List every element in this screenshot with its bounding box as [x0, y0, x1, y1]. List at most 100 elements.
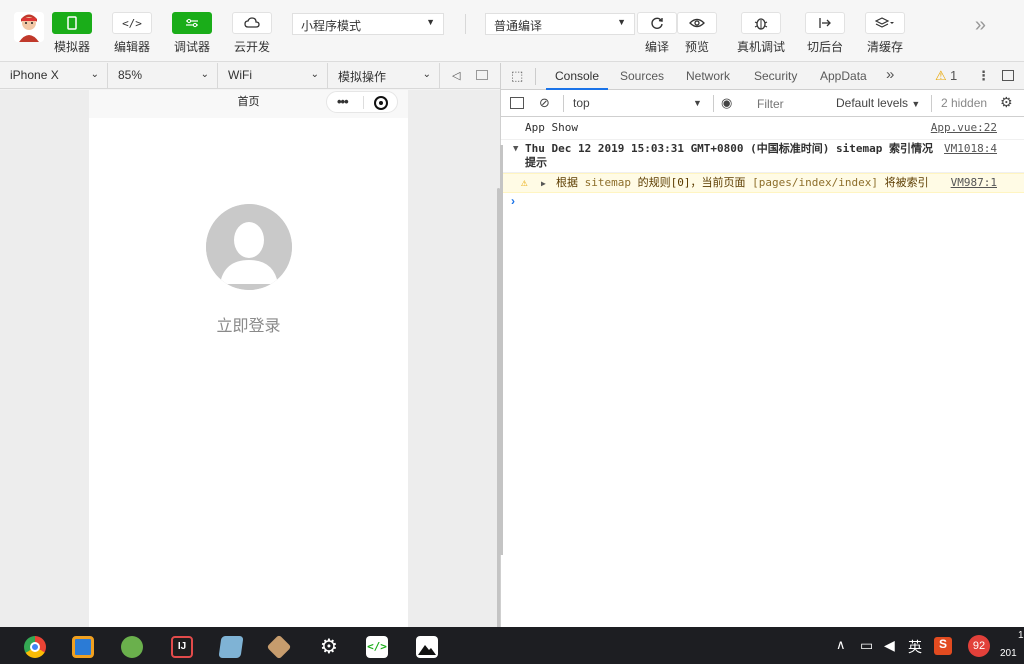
filter-divider-2	[713, 95, 714, 112]
mute-icon[interactable]: ◁	[452, 69, 460, 82]
user-avatar-icon[interactable]	[14, 12, 44, 42]
log-message: Thu Dec 12 2019 15:03:31 GMT+0800 (中国标准时…	[525, 142, 934, 169]
devtools-tabbar: ⬚ Console Sources Network Security AppDa…	[501, 63, 1024, 90]
simulator-button[interactable]: 模拟器	[52, 12, 92, 55]
detach-window-icon[interactable]	[476, 70, 488, 80]
mode-select[interactable]: 小程序模式 ▼	[292, 13, 444, 35]
leaf-app-icon[interactable]	[121, 636, 143, 658]
layers-icon	[865, 12, 905, 34]
warning-suffix: 将被索引	[877, 176, 929, 189]
kebab-menu-icon[interactable]: ⋮	[977, 68, 990, 84]
expand-triangle-icon[interactable]: ▼	[513, 142, 518, 156]
capsule-menu[interactable]: •••	[326, 91, 398, 113]
close-target-icon[interactable]	[374, 96, 388, 110]
collapsed-triangle-icon[interactable]: ▶	[541, 177, 546, 191]
debug-toggle-icon	[172, 12, 212, 34]
network-value: WiFi	[228, 68, 252, 82]
tab-security[interactable]: Security	[754, 63, 797, 90]
simulator-settings-bar: iPhone X ⌄ 85% ⌄ WiFi ⌄ 模拟操作 ⌄ ◁	[0, 63, 500, 89]
background-button[interactable]: 切后台	[805, 12, 845, 55]
console-warning-line[interactable]: ⚠ ▶ 根据 sitemap 的规则[0]，当前页面 [pages/index/…	[501, 173, 1024, 193]
preview-button[interactable]: 预览	[677, 12, 717, 55]
default-avatar-icon[interactable]	[206, 204, 292, 290]
preview-label: 预览	[684, 40, 709, 54]
settings-gear-icon[interactable]: ⚙	[318, 636, 340, 658]
editor-button[interactable]: </> 编辑器	[112, 12, 152, 55]
chevron-down-icon[interactable]: ▼	[693, 98, 702, 108]
more-tabs-icon[interactable]: »	[886, 66, 894, 83]
tab-network[interactable]: Network	[686, 63, 730, 90]
chevron-up-icon[interactable]: ∧	[836, 637, 846, 653]
chevron-down-icon: ⌄	[200, 69, 209, 80]
clock-time[interactable]: 1	[1018, 630, 1024, 641]
intellij-icon[interactable]: IJ	[171, 636, 193, 658]
prompt-chevron-icon: ›	[511, 194, 515, 208]
clock-date[interactable]: 201	[1000, 648, 1017, 659]
expand-toolbar-icon[interactable]: »	[975, 14, 986, 37]
warning-code: sitemap	[584, 176, 631, 189]
wechat-devtools-icon[interactable]: </>	[366, 636, 388, 658]
login-link[interactable]: 立即登录	[89, 312, 408, 336]
filter-divider-3	[931, 95, 932, 112]
network-select[interactable]: WiFi ⌄	[218, 63, 328, 89]
warning-count[interactable]: 1	[950, 68, 957, 83]
capsule-divider	[363, 96, 364, 109]
sidebar-toggle-icon[interactable]	[510, 97, 524, 109]
background-label: 切后台	[806, 40, 843, 54]
phone-navbar: 首页 •••	[89, 90, 408, 118]
device-select[interactable]: iPhone X ⌄	[0, 63, 108, 89]
device-value: iPhone X	[10, 68, 59, 82]
log-source-link[interactable]: App.vue:22	[931, 121, 997, 135]
compile-mode-select[interactable]: 普通编译 ▼	[485, 13, 635, 35]
console-output: App Show App.vue:22 ▼ Thu Dec 12 2019 15…	[501, 119, 1024, 211]
input-language[interactable]: 英	[908, 637, 922, 657]
context-select[interactable]: top	[573, 96, 590, 110]
refresh-icon	[637, 12, 677, 34]
notification-badge[interactable]: 92	[968, 635, 990, 657]
compile-mode-value: 普通编译	[494, 19, 543, 33]
clear-cache-button[interactable]: 清缓存	[865, 12, 905, 55]
git-icon[interactable]	[266, 634, 292, 660]
console-filter-input[interactable]	[753, 94, 829, 113]
vmware-icon[interactable]	[72, 636, 94, 658]
dock-icon[interactable]	[1002, 70, 1014, 81]
toolbar-divider	[465, 14, 466, 34]
chevron-down-icon: ⌄	[90, 69, 99, 80]
console-filterbar: ⊘ top ▼ ◉ Default levels ▼ 2 hidden ⚙	[501, 90, 1024, 117]
log-source-link[interactable]: VM987:1	[951, 176, 997, 190]
tab-appdata[interactable]: AppData	[820, 63, 867, 90]
devtools-scrollbar[interactable]	[500, 145, 503, 555]
warning-mid: 的规则[0]，当前页面	[630, 176, 753, 189]
notepad-icon[interactable]	[218, 636, 244, 658]
operation-select[interactable]: 模拟操作 ⌄	[328, 63, 440, 89]
tab-sources[interactable]: Sources	[620, 63, 664, 90]
tab-console[interactable]: Console	[546, 63, 608, 90]
chevron-down-icon: ▼	[911, 99, 921, 109]
console-line-group[interactable]: ▼ Thu Dec 12 2019 15:03:31 GMT+0800 (中国标…	[501, 140, 1024, 173]
zoom-value: 85%	[118, 68, 143, 82]
eye-icon	[677, 12, 717, 34]
gear-icon[interactable]: ⚙	[1000, 94, 1013, 111]
devtools-panel: ⬚ Console Sources Network Security AppDa…	[500, 63, 1024, 627]
zoom-select[interactable]: 85% ⌄	[108, 63, 218, 89]
live-expression-eye-icon[interactable]: ◉	[721, 95, 732, 111]
remote-debug-button[interactable]: 真机调试	[737, 12, 785, 55]
chrome-icon[interactable]	[24, 636, 46, 658]
log-source-link[interactable]: VM1018:4	[944, 142, 997, 156]
warning-path: [pages/index/index]	[752, 176, 878, 189]
clear-console-icon[interactable]: ⊘	[539, 95, 550, 111]
inspect-element-icon[interactable]: ⬚	[511, 68, 523, 84]
chevron-down-icon: ▼	[617, 17, 626, 27]
console-prompt-row[interactable]: ›	[501, 193, 1024, 211]
sogou-icon[interactable]: S	[934, 637, 952, 655]
network-tray-icon[interactable]: ▭	[860, 637, 873, 654]
photos-icon[interactable]	[416, 636, 438, 658]
volume-icon[interactable]: ◀	[884, 637, 895, 654]
debugger-button[interactable]: 调试器	[172, 12, 212, 55]
cloud-button[interactable]: 云开发	[232, 12, 272, 55]
log-levels-select[interactable]: Default levels ▼	[836, 96, 920, 110]
chevron-down-icon: ⌄	[422, 69, 431, 80]
warning-icon[interactable]: ⚠	[935, 68, 947, 84]
more-dots-icon[interactable]: •••	[337, 94, 349, 109]
clear-cache-label: 清缓存	[866, 40, 903, 54]
